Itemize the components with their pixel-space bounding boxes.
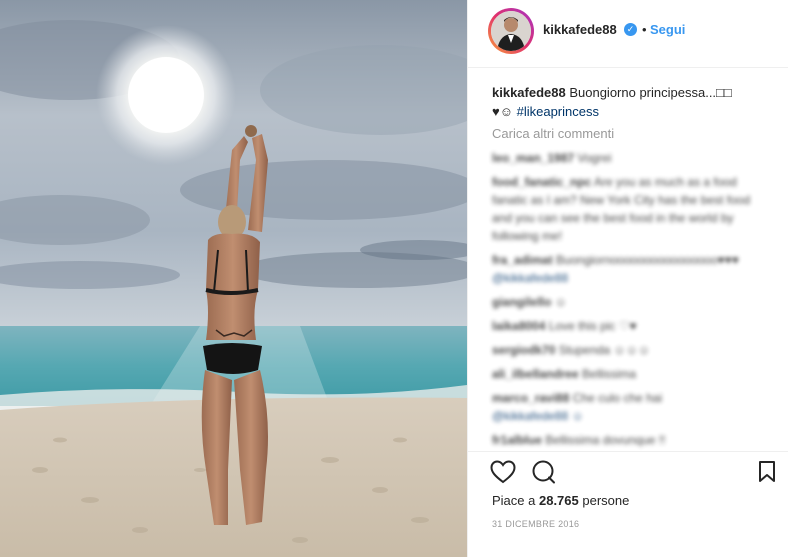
comment-icon[interactable] (531, 460, 557, 489)
comment-item: giangilello ☺ (492, 293, 768, 311)
avatar-ring[interactable] (488, 8, 534, 54)
comment-username[interactable]: ali_ilbellandree (492, 367, 579, 381)
comment-text: ☺ (551, 295, 567, 309)
comment-text: Bellissima (578, 367, 637, 381)
post-header: kikkafede88 ✓ • Segui (468, 0, 788, 68)
username[interactable]: kikkafede88 (543, 22, 617, 37)
comment-item: food_fanatic_npc Are you as much as a fo… (492, 173, 768, 245)
beach-photo (0, 0, 467, 557)
likes-count[interactable]: Piace a 28.765 persone (492, 493, 629, 508)
comment-username[interactable]: leo_man_1987 (492, 151, 574, 165)
load-more-comments-button[interactable]: Carica altri commenti (492, 126, 768, 141)
likes-prefix: Piace a (492, 493, 539, 508)
comment-item: laika8004 Love this pic ♡♥ (492, 317, 768, 335)
caption-text: Buongiorno principessa...□□ (565, 85, 732, 100)
blurred-comments: leo_man_1987 Vogrei food_fanatic_npc Are… (492, 149, 768, 449)
avatar-image (491, 11, 531, 51)
comment-username[interactable]: fr1alblue (492, 433, 542, 447)
comment-mention[interactable]: @kikkafede88 ☺ (492, 409, 584, 423)
comment-text: Che culo che hai (569, 391, 663, 405)
likes-suffix: persone (578, 493, 630, 508)
comment-username[interactable]: food_fanatic_npc (492, 175, 591, 189)
comment-item: fr1alblue Bellissima dovunque !! (492, 431, 768, 449)
comment-username[interactable]: fra_adimat (492, 253, 553, 267)
comment-item: ali_ilbellandree Bellissima (492, 365, 768, 383)
caption-emoji: ♥☺ (492, 104, 513, 119)
comment-item: sergiodk70 Stupenda ☺☺☺ (492, 341, 768, 359)
comment-username[interactable]: laika8004 (492, 319, 545, 333)
likes-number: 28.765 (538, 493, 579, 508)
post-panel: kikkafede88 ✓ • Segui kikkafede88 Buongi… (467, 0, 788, 557)
verified-badge-icon: ✓ (624, 23, 637, 36)
follow-button[interactable]: Segui (650, 22, 685, 37)
comments-list[interactable]: kikkafede88 Buongiorno principessa...□□ … (468, 69, 788, 451)
post-date: 31 DICEMBRE 2016 (492, 519, 580, 529)
comment-item: fra_adimat Buongiornoooooooooooooooo♥♥♥ … (492, 251, 768, 287)
hashtag-link[interactable]: #likeaprincess (513, 104, 599, 119)
comment-text: Love this pic ♡♥ (545, 319, 637, 333)
separator-dot: • (642, 22, 647, 37)
comment-username[interactable]: giangilello (492, 295, 551, 309)
post-actions: Piace a 28.765 persone 31 DICEMBRE 2016 (468, 451, 788, 557)
post-caption: kikkafede88 Buongiorno principessa...□□ … (492, 83, 768, 121)
caption-username[interactable]: kikkafede88 (492, 85, 566, 100)
comment-mention[interactable]: @kikkafede88 (492, 271, 568, 285)
heart-icon[interactable] (490, 460, 516, 489)
bookmark-icon[interactable] (757, 460, 777, 489)
post-photo[interactable] (0, 0, 467, 557)
avatar[interactable] (491, 11, 531, 51)
comment-username[interactable]: marco_ravi88 (492, 391, 569, 405)
comment-text: Bellissima dovunque !! (542, 433, 666, 447)
comment-text: Stupenda ☺☺☺ (555, 343, 651, 357)
comment-text: Vogrei (574, 151, 612, 165)
comment-item: leo_man_1987 Vogrei (492, 149, 768, 167)
comment-text: Buongiornoooooooooooooooo♥♥♥ (552, 253, 739, 267)
comment-username[interactable]: sergiodk70 (492, 343, 555, 357)
comment-item: marco_ravi88 Che culo che hai @kikkafede… (492, 389, 768, 425)
